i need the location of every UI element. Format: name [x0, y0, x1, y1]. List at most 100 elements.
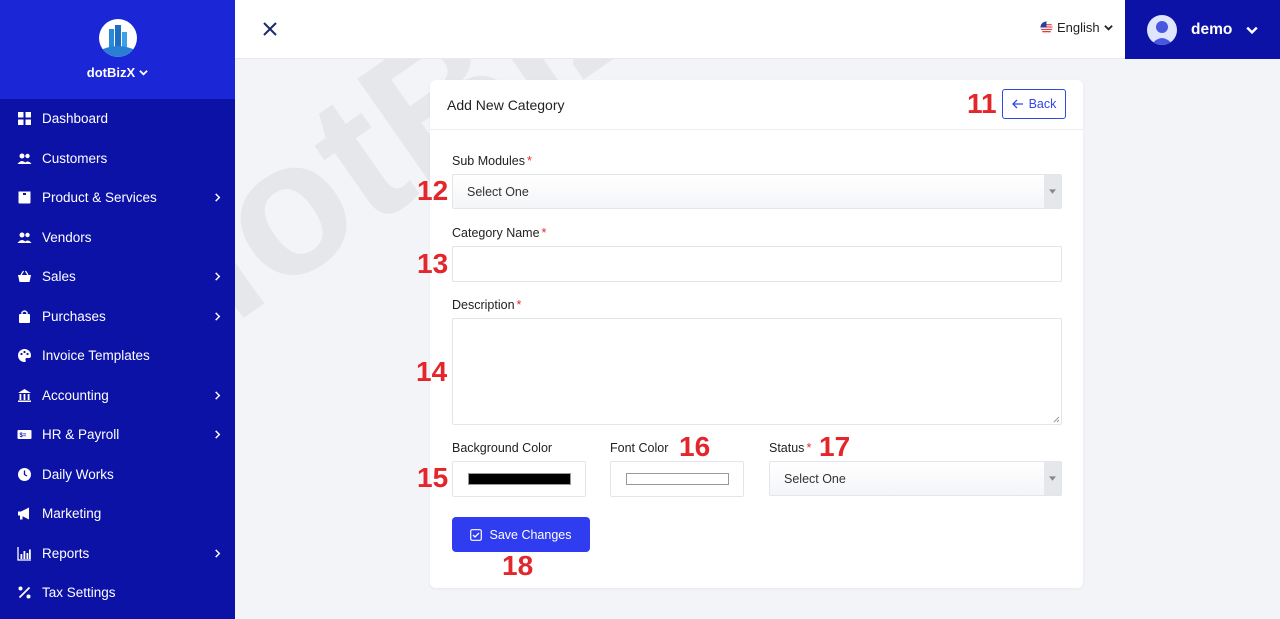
bag-icon — [17, 309, 32, 324]
category-name-input[interactable] — [452, 246, 1062, 282]
sidebar-item-purchases[interactable]: Purchases — [0, 297, 235, 337]
status-value: Select One — [784, 471, 846, 486]
select-arrow — [1044, 175, 1061, 208]
annotation-11: 11 — [967, 88, 997, 119]
sidebar-item-sales[interactable]: Sales — [0, 257, 235, 297]
resize-handle-icon[interactable] — [1053, 416, 1060, 423]
chevron-right-icon — [213, 312, 221, 321]
description-label: Description * — [452, 298, 521, 312]
sidebar-item-label: Tax Settings — [42, 585, 116, 601]
chevron-down-icon — [1103, 25, 1113, 31]
required-mark: * — [516, 298, 522, 312]
required-mark: * — [526, 154, 532, 168]
palette-icon — [17, 348, 32, 363]
sidebar-item-label: Vendors — [42, 229, 92, 245]
sidebar-item-daily-works[interactable]: Daily Works — [0, 455, 235, 495]
chevron-right-icon — [213, 391, 221, 400]
user-menu[interactable]: demo — [1125, 0, 1280, 59]
user-name: demo — [1191, 20, 1233, 38]
topbar: English demo — [235, 0, 1280, 59]
sub-modules-label: Sub Modules * — [452, 154, 532, 168]
sidebar-item-label: Daily Works — [42, 466, 114, 482]
sidebar: dotBizX Dashboard Customers Product & Serv… — [0, 0, 235, 619]
sidebar-item-product-services[interactable]: Product & Services — [0, 178, 235, 218]
close-icon — [263, 22, 277, 36]
font-color-picker[interactable] — [610, 461, 744, 497]
status-select[interactable]: Select One — [769, 461, 1062, 496]
checkbox-icon — [470, 528, 483, 541]
status-label: Status * — [769, 441, 811, 455]
language-label: English — [1057, 20, 1100, 35]
description-textarea[interactable] — [452, 318, 1062, 425]
annotation-12: 12 — [417, 175, 449, 206]
save-changes-button[interactable]: Save Changes — [452, 517, 590, 552]
sidebar-item-accounting[interactable]: Accounting — [0, 376, 235, 416]
select-arrow — [1044, 462, 1061, 495]
sidebar-item-label: HR & Payroll — [42, 427, 120, 443]
user-icon — [1151, 20, 1173, 45]
avatar — [1147, 14, 1177, 45]
close-sidebar-button[interactable] — [261, 20, 279, 38]
sidebar-item-marketing[interactable]: Marketing — [0, 494, 235, 534]
sidebar-item-dashboard[interactable]: Dashboard — [0, 99, 235, 139]
chevron-right-icon — [213, 549, 221, 558]
bank-icon — [17, 388, 32, 403]
sub-modules-select[interactable]: Select One — [452, 174, 1062, 209]
required-mark: * — [541, 226, 547, 240]
font-color-label: Font Color — [610, 441, 669, 455]
sub-modules-value: Select One — [467, 184, 529, 199]
basket-icon — [17, 269, 32, 284]
svg-text:$=: $= — [20, 433, 27, 439]
sidebar-item-hr-payroll[interactable]: $= HR & Payroll — [0, 415, 235, 455]
sidebar-item-tax-settings[interactable]: Tax Settings — [0, 573, 235, 613]
sidebar-item-customers[interactable]: Customers — [0, 139, 235, 179]
sidebar-item-label: Invoice Templates — [42, 348, 150, 364]
money-icon: $= — [17, 427, 32, 442]
bar-chart-icon — [17, 546, 32, 561]
sidebar-item-label: Accounting — [42, 387, 109, 403]
status-label-text: Status — [769, 441, 805, 455]
grid-icon — [17, 111, 32, 126]
annotation-18: 18 — [502, 550, 534, 581]
sidebar-item-label: Marketing — [42, 506, 102, 522]
sidebar-item-label: Purchases — [42, 308, 106, 324]
description-label-text: Description — [452, 298, 515, 312]
back-label: Back — [1028, 97, 1057, 111]
sidebar-item-invoice-templates[interactable]: Invoice Templates — [0, 336, 235, 376]
font-color-swatch — [625, 473, 729, 485]
arrow-left-icon — [1011, 99, 1023, 109]
megaphone-icon — [17, 506, 32, 521]
sub-modules-label-text: Sub Modules — [452, 154, 525, 168]
users-icon — [17, 151, 32, 166]
brand-name: dotBizX — [86, 65, 136, 80]
category-name-label-text: Category Name — [452, 226, 540, 240]
clock-icon — [17, 467, 32, 482]
sidebar-item-reports[interactable]: Reports — [0, 534, 235, 574]
box-icon — [17, 190, 32, 205]
annotation-15: 15 — [417, 462, 449, 493]
sidebar-item-label: Dashboard — [42, 111, 109, 127]
category-name-label: Category Name * — [452, 226, 546, 240]
sidebar-item-label: Product & Services — [42, 190, 157, 206]
annotation-14: 14 — [416, 356, 448, 387]
brand-block[interactable]: dotBizX — [0, 0, 235, 99]
sidebar-item-label: Customers — [42, 150, 108, 166]
brand-switcher[interactable]: dotBizX — [87, 65, 148, 80]
chevron-right-icon — [213, 193, 221, 202]
save-label: Save Changes — [489, 527, 572, 542]
required-mark: * — [806, 441, 812, 455]
users-icon — [17, 230, 32, 245]
background-color-picker[interactable] — [452, 461, 586, 497]
background-color-swatch — [467, 473, 571, 485]
back-button[interactable]: Back — [1002, 89, 1066, 119]
sidebar-item-label: Sales — [42, 269, 76, 285]
sidebar-item-vendors[interactable]: Vendors — [0, 218, 235, 258]
background-color-label: Background Color — [452, 441, 553, 455]
caret-down-icon — [1049, 476, 1056, 481]
page-title: Add New Category — [447, 96, 565, 113]
sidebar-nav: Dashboard Customers Product & Services Vend… — [0, 99, 235, 613]
add-category-card: Add New Category Back Sub Modules * Selec… — [430, 80, 1083, 588]
annotation-16: 16 — [679, 431, 711, 462]
chevron-down-icon — [139, 70, 148, 76]
language-switcher[interactable]: English — [1040, 20, 1113, 35]
